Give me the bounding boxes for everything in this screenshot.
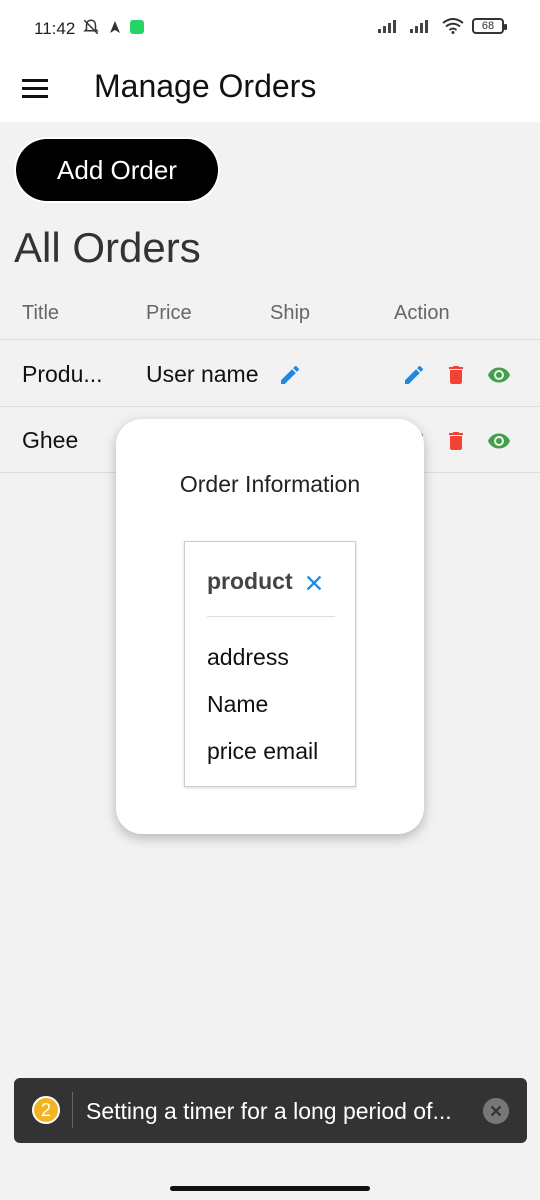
page-title: Manage Orders — [94, 68, 317, 104]
column-header-ship: Ship — [270, 302, 311, 324]
view-icon[interactable] — [486, 429, 512, 453]
cell-price: User name — [146, 361, 259, 387]
edit-icon[interactable] — [402, 363, 426, 387]
toast-count-badge: 2 — [32, 1096, 60, 1124]
table-header: Title Price Ship Action — [0, 288, 540, 340]
table-row: Produ... User name — [0, 341, 540, 407]
status-bar: 11:42 68 — [0, 0, 540, 60]
status-time: 11:42 — [34, 19, 76, 38]
column-header-action: Action — [394, 302, 450, 324]
modal-title: Order Information — [179, 471, 361, 497]
navigation-icon — [110, 21, 120, 33]
warning-toast[interactable]: 2 Setting a timer for a long period of..… — [14, 1078, 527, 1143]
cell-title: Produ... — [22, 361, 103, 387]
column-header-price: Price — [146, 302, 192, 324]
divider — [72, 1092, 73, 1128]
edit-icon[interactable] — [278, 363, 302, 387]
battery-icon: 68 — [472, 18, 507, 34]
cell-title: Ghee — [22, 427, 79, 453]
signal-icon — [378, 20, 396, 33]
info-item-price-email: price email — [207, 738, 319, 764]
close-icon[interactable] — [483, 1098, 509, 1124]
product-label: product — [207, 568, 293, 594]
column-header-title: Title — [22, 302, 60, 324]
wifi-icon — [442, 18, 464, 34]
view-icon[interactable] — [486, 363, 512, 387]
app-bar: Manage Orders — [0, 60, 540, 122]
close-icon[interactable] — [303, 572, 325, 594]
bell-off-icon — [83, 19, 99, 35]
order-info-box: product address Name price email — [184, 541, 356, 787]
signal-icon — [410, 20, 428, 33]
divider — [207, 616, 335, 617]
home-indicator[interactable] — [170, 1186, 370, 1191]
info-item-name: Name — [207, 691, 269, 717]
delete-icon[interactable] — [444, 429, 468, 453]
add-order-button[interactable]: Add Order — [16, 139, 218, 201]
section-title: All Orders — [14, 224, 201, 271]
whatsapp-icon — [130, 20, 144, 34]
order-info-modal: Order Information product address Name p… — [116, 419, 424, 834]
delete-icon[interactable] — [444, 363, 468, 387]
info-item-address: address — [207, 644, 289, 670]
status-icons-left — [82, 18, 144, 36]
toast-message: Setting a timer for a long period of... — [86, 1098, 452, 1124]
status-icons-right: 68 — [378, 18, 507, 34]
menu-icon[interactable] — [22, 74, 50, 102]
